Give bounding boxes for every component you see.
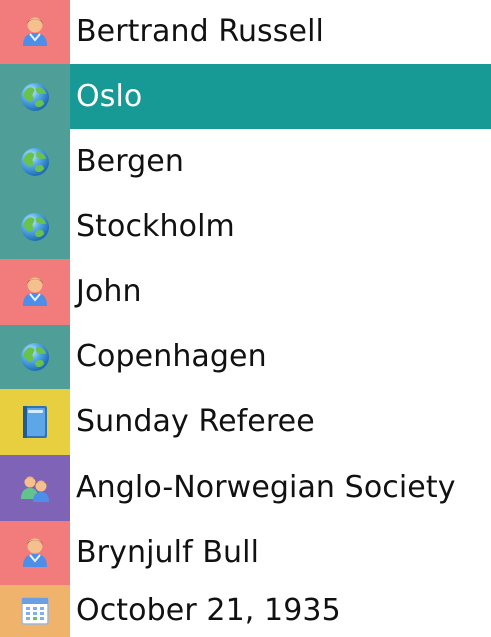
list-item[interactable]: Copenhagen xyxy=(0,325,491,389)
entity-label: Copenhagen xyxy=(76,339,267,374)
entity-type-badge xyxy=(0,194,70,259)
globe-icon xyxy=(21,82,49,111)
list-item[interactable]: October 21, 1935 xyxy=(0,585,491,637)
entity-type-badge xyxy=(0,521,70,585)
globe-icon xyxy=(21,212,49,241)
list-item[interactable]: Brynjulf Bull xyxy=(0,521,491,585)
entity-type-badge xyxy=(0,325,70,389)
entity-label: Anglo-Norwegian Society xyxy=(76,470,456,505)
list-item[interactable]: Sunday Referee xyxy=(0,389,491,455)
entity-label: Oslo xyxy=(76,78,143,114)
entity-label: John xyxy=(76,274,142,309)
entity-list: Bertrand Russell Oslo Bergen Stockholm J… xyxy=(0,0,491,637)
entity-type-badge xyxy=(0,129,70,194)
list-item[interactable]: Anglo-Norwegian Society xyxy=(0,455,491,521)
list-item[interactable]: Stockholm xyxy=(0,194,491,259)
entity-type-badge xyxy=(0,259,70,325)
list-item[interactable]: John xyxy=(0,259,491,325)
list-item[interactable]: Bertrand Russell xyxy=(0,0,491,64)
book-icon xyxy=(23,406,47,438)
entity-label: October 21, 1935 xyxy=(76,593,341,628)
entity-label: Stockholm xyxy=(76,208,235,244)
calendar-icon xyxy=(21,597,49,625)
entity-type-badge xyxy=(0,585,70,637)
entity-label: Bertrand Russell xyxy=(76,14,324,49)
person-icon xyxy=(23,277,47,306)
entity-type-badge xyxy=(0,455,70,521)
group-icon xyxy=(21,476,49,502)
person-icon xyxy=(23,538,47,567)
entity-label: Bergen xyxy=(76,143,184,179)
entity-label: Sunday Referee xyxy=(76,404,315,439)
entity-type-badge xyxy=(0,64,70,129)
globe-icon xyxy=(21,147,49,176)
person-icon xyxy=(23,17,47,46)
list-item-selected[interactable]: Oslo xyxy=(0,64,491,129)
entity-type-badge xyxy=(0,389,70,455)
entity-label: Brynjulf Bull xyxy=(76,535,260,570)
list-item[interactable]: Bergen xyxy=(0,129,491,194)
globe-icon xyxy=(21,343,49,371)
entity-type-badge xyxy=(0,0,70,64)
